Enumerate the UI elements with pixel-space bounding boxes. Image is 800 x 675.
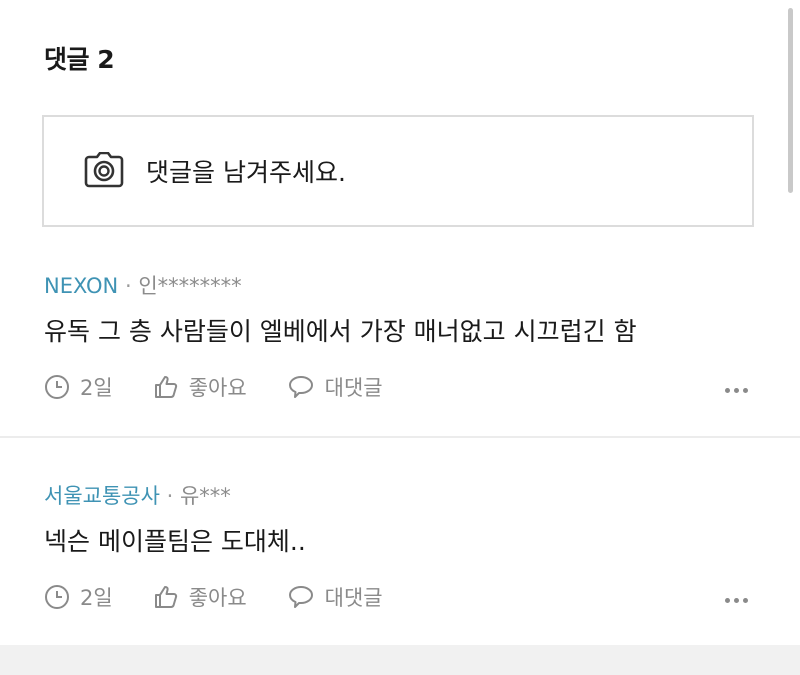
comment-time: 2일 <box>44 372 113 402</box>
comment-input[interactable]: 댓글을 남겨주세요. <box>42 115 754 227</box>
comment-user: 인******** <box>138 274 242 298</box>
scrollbar[interactable] <box>788 8 793 193</box>
meta-separator: · <box>166 484 174 508</box>
more-options-icon[interactable] <box>725 598 748 603</box>
reply-button[interactable]: 대댓글 <box>287 582 383 612</box>
comment-meta: NEXON · 인******** <box>44 270 242 300</box>
section-divider-band <box>0 645 800 675</box>
comment-actions: 2일 좋아요 대댓글 <box>44 372 423 402</box>
comment-author[interactable]: NEXON <box>44 274 118 298</box>
clock-icon <box>45 375 69 399</box>
clock-icon <box>45 585 69 609</box>
comments-header: 댓글 2 <box>44 45 115 74</box>
thumbs-up-icon <box>154 376 177 398</box>
comment-author[interactable]: 서울교통공사 <box>44 484 160 508</box>
like-label: 좋아요 <box>188 376 247 400</box>
speech-bubble-icon <box>288 376 313 398</box>
like-button[interactable]: 좋아요 <box>153 372 247 402</box>
reply-label: 대댓글 <box>324 376 383 400</box>
camera-icon[interactable] <box>84 152 124 190</box>
comment-body: 넥슨 메이플팀은 도대체.. <box>44 527 306 556</box>
comment-meta: 서울교통공사 · 유*** <box>44 480 231 510</box>
time-label: 2일 <box>80 586 113 610</box>
comment-time: 2일 <box>44 582 113 612</box>
speech-bubble-icon <box>288 586 313 608</box>
thumbs-up-icon <box>154 586 177 608</box>
comment-actions: 2일 좋아요 대댓글 <box>44 582 423 612</box>
comment-body: 유독 그 층 사람들이 엘베에서 가장 매너없고 시끄럽긴 함 <box>44 317 637 346</box>
comment-divider <box>0 436 800 438</box>
time-label: 2일 <box>80 376 113 400</box>
comment-user: 유*** <box>179 484 231 508</box>
reply-label: 대댓글 <box>324 586 383 610</box>
reply-button[interactable]: 대댓글 <box>287 372 383 402</box>
like-button[interactable]: 좋아요 <box>153 582 247 612</box>
more-options-icon[interactable] <box>725 388 748 393</box>
like-label: 좋아요 <box>188 586 247 610</box>
comment-input-placeholder: 댓글을 남겨주세요. <box>146 158 346 187</box>
meta-separator: · <box>124 274 132 298</box>
